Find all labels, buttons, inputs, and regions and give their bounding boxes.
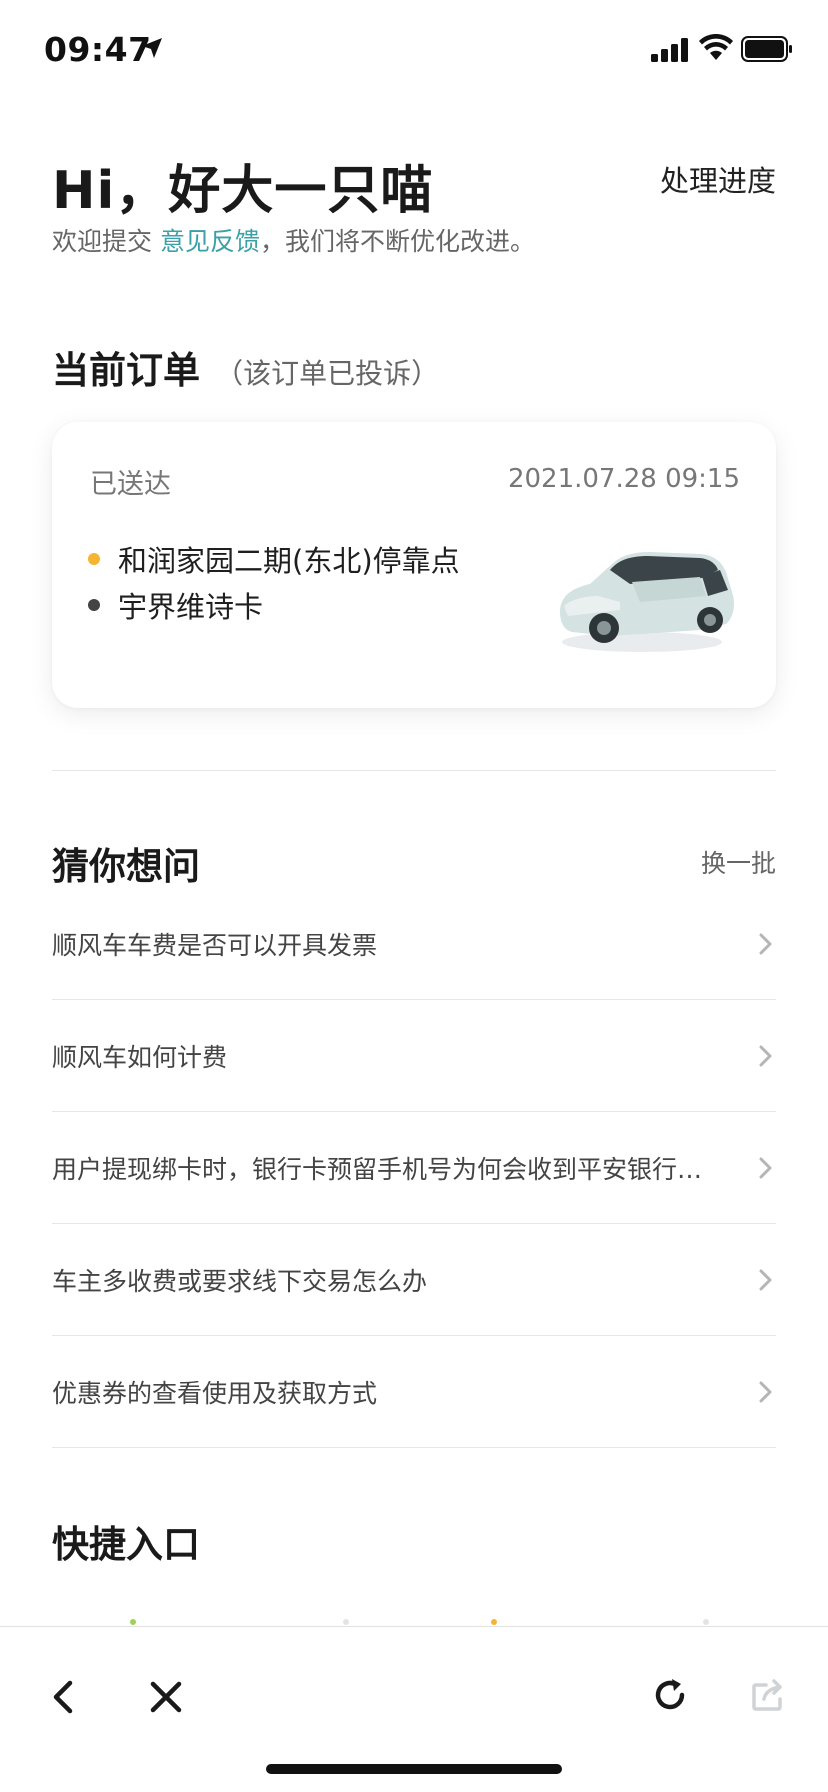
feedback-link[interactable]: 意见反馈 [160, 227, 260, 256]
chevron-right-icon [759, 1045, 772, 1067]
current-order-heading: 当前订单 （该订单已投诉） [52, 340, 439, 394]
current-order-title: 当前订单 [52, 349, 200, 392]
battery-icon [741, 36, 792, 62]
section-divider [52, 770, 776, 771]
faq-question: 顺风车如何计费 [52, 1042, 228, 1072]
faq-item[interactable]: 车主多收费或要求线下交易怎么办 [52, 1224, 776, 1336]
home-indicator[interactable] [266, 1764, 562, 1774]
cellular-signal-icon [651, 38, 688, 62]
dropoff-row: 宇界维诗卡 [88, 584, 263, 626]
pickup-row: 和润家园二期(东北)停靠点 [88, 538, 460, 580]
chevron-right-icon [759, 1381, 772, 1403]
pickup-dot-icon [88, 553, 100, 565]
share-icon[interactable] [748, 1675, 788, 1715]
guess-section-title: 猜你想问 [52, 845, 200, 888]
close-icon[interactable] [148, 1679, 184, 1715]
chevron-right-icon [759, 1269, 772, 1291]
order-status: 已送达 [90, 469, 171, 500]
dropoff-location: 宇界维诗卡 [118, 590, 264, 624]
faq-question: 优惠券的查看使用及获取方式 [52, 1378, 378, 1408]
progress-link[interactable]: 处理进度 [660, 158, 776, 200]
faq-question: 车主多收费或要求线下交易怎么办 [52, 1266, 428, 1296]
complaint-note: （该订单已投诉） [215, 357, 440, 390]
location-arrow-icon [142, 38, 162, 58]
quick-entry-peek-icon [491, 1619, 497, 1625]
faq-item[interactable]: 顺风车如何计费 [52, 1000, 776, 1112]
faq-list: 顺风车车费是否可以开具发票 顺风车如何计费 用户提现绑卡时，银行卡预留手机号为何… [52, 888, 776, 1448]
back-icon[interactable] [48, 1677, 78, 1717]
pickup-location: 和润家园二期(东北)停靠点 [118, 544, 460, 578]
greeting-subtitle: 欢迎提交 意见反馈，我们将不断优化改进。 [52, 222, 535, 258]
faq-question: 顺风车车费是否可以开具发票 [52, 930, 378, 960]
order-datetime: 2021.07.28 09:15 [507, 464, 740, 494]
subtitle-suffix: ，我们将不断优化改进。 [259, 227, 535, 256]
quick-entry-peek-icon [703, 1619, 709, 1625]
status-bar: 09:47 [0, 0, 828, 100]
faq-item[interactable]: 顺风车车费是否可以开具发票 [52, 888, 776, 1000]
wifi-icon [699, 34, 733, 60]
quick-entry-peek-icon [343, 1619, 349, 1625]
refresh-batch-button[interactable]: 换一批 [701, 844, 776, 880]
faq-item[interactable]: 优惠券的查看使用及获取方式 [52, 1336, 776, 1448]
reload-icon[interactable] [650, 1675, 690, 1715]
greeting-title: Hi，好大一只喵 [52, 161, 434, 221]
subtitle-prefix: 欢迎提交 [52, 227, 153, 256]
order-card[interactable]: 已送达 2021.07.28 09:15 和润家园二期(东北)停靠点 宇界维诗卡 [52, 422, 776, 708]
quick-entry-title: 快捷入口 [52, 1523, 200, 1566]
faq-item[interactable]: 用户提现绑卡时，银行卡预留手机号为何会收到平安银行… [52, 1112, 776, 1224]
car-icon [560, 552, 734, 652]
quick-entry-peek-icon [130, 1619, 136, 1625]
faq-question: 用户提现绑卡时，银行卡预留手机号为何会收到平安银行… [52, 1154, 703, 1184]
dropoff-dot-icon [88, 599, 100, 611]
chevron-right-icon [759, 1157, 772, 1179]
chevron-right-icon [759, 933, 772, 955]
status-time: 09:47 [44, 30, 152, 69]
